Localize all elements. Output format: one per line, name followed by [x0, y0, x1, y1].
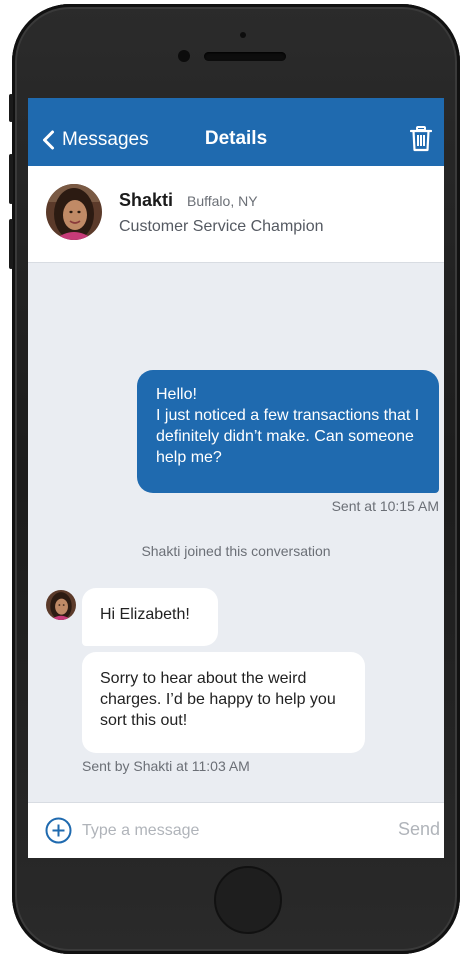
phone-volume-up: [9, 154, 13, 204]
nav-bar: Messages Details: [28, 98, 444, 166]
send-button[interactable]: Send: [398, 819, 440, 840]
plus-circle-icon[interactable]: [45, 817, 72, 844]
earpiece-speaker: [204, 52, 286, 61]
message-timestamp: Sent by Shakti at 11:03 AM: [82, 758, 250, 774]
phone-side-button: [9, 94, 13, 122]
home-button[interactable]: [214, 866, 282, 934]
agent-avatar-small: [46, 590, 76, 620]
front-camera: [178, 50, 190, 62]
system-message: Shakti joined this conversation: [141, 543, 331, 559]
page-title: Details: [204, 128, 268, 149]
agent-role: Customer Service Champion: [119, 218, 324, 235]
agent-name: Shakti: [119, 190, 174, 210]
sensor-dot: [240, 32, 246, 38]
agent-profile: Shakti Buffalo, NY Customer Service Cham…: [28, 166, 444, 263]
message-line: Hello!: [156, 386, 197, 403]
outgoing-message-bubble: Hello! I just noticed a few transactions…: [137, 370, 439, 493]
app-screen: Messages Details Shakti Buffalo, NY Cust…: [28, 98, 444, 858]
incoming-message-bubble: Hi Elizabeth!: [82, 588, 218, 646]
message-timestamp: Sent at 10:15 AM: [331, 498, 439, 514]
phone-volume-down: [9, 219, 13, 269]
message-composer: Send: [28, 802, 444, 858]
trash-icon[interactable]: [410, 126, 432, 152]
message-line: I just noticed a few transactions that I…: [156, 407, 420, 466]
agent-avatar: [46, 184, 102, 240]
message-input[interactable]: [82, 819, 352, 843]
incoming-message-bubble: Sorry to hear about the weird charges. I…: [82, 652, 365, 753]
agent-location: Buffalo, NY: [187, 193, 258, 209]
